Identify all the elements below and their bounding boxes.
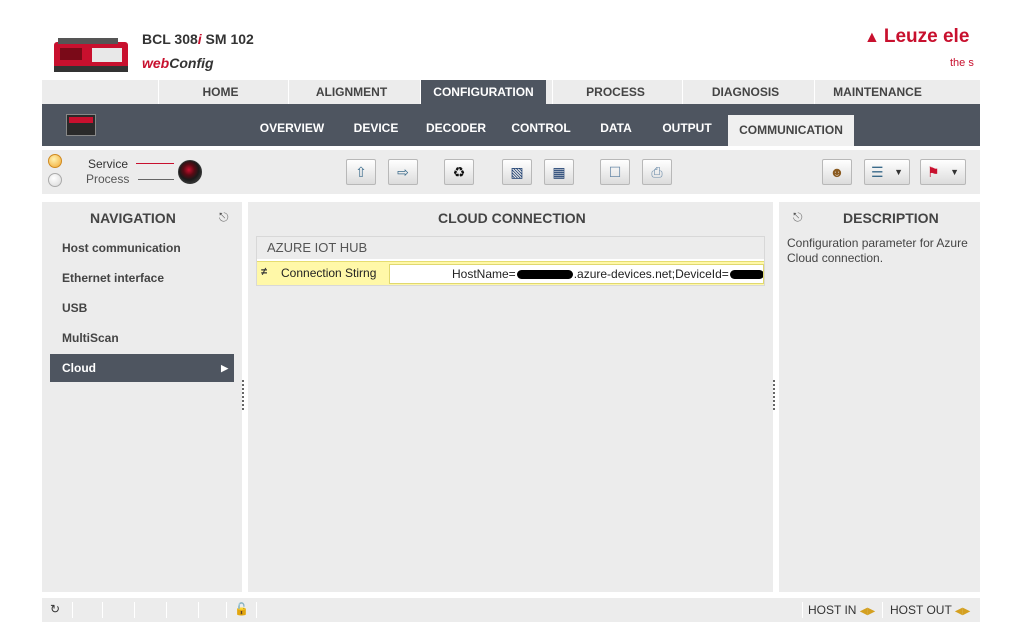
subtab-decoder[interactable]: DECODER — [422, 118, 490, 138]
description-title: DESCRIPTION — [843, 210, 939, 226]
sub-navigation: OVERVIEW DEVICE DECODER CONTROL DATA OUT… — [42, 104, 980, 146]
recycle-button[interactable]: ♻ — [444, 159, 474, 185]
tab-home[interactable]: HOME — [158, 80, 282, 104]
azure-iot-hub-group: AZURE IOT HUB ≠ Connection Stirng HostNa… — [256, 236, 765, 286]
chevron-down-icon: ▼ — [950, 167, 959, 177]
status-cell — [102, 602, 103, 618]
status-cell — [198, 602, 199, 618]
upload-to-device-button[interactable]: ⇧ — [346, 159, 376, 185]
subtab-communication[interactable]: COMMUNICATION — [728, 115, 854, 146]
main-navigation: HOME ALIGNMENT CONFIGURATION PROCESS DIA… — [42, 80, 980, 104]
export-button[interactable]: ☐ — [600, 159, 630, 185]
export-icon: ☐ — [608, 164, 622, 180]
process-led[interactable] — [48, 173, 62, 187]
download-from-device-icon: ⇨ — [397, 164, 409, 180]
app-name: webConfig — [142, 55, 214, 71]
recycle-icon: ♻ — [452, 164, 466, 180]
connection-string-value-part2: .azure-devices.net;DeviceId= — [573, 267, 729, 281]
tab-configuration[interactable]: CONFIGURATION — [420, 80, 546, 104]
print-icon: ⎙ — [651, 164, 663, 180]
users-icon: ☻ — [829, 164, 845, 180]
language-dropdown-button[interactable]: ⚑ ▼ — [920, 159, 966, 185]
status-bar: ↻ 🔓 HOST IN ◀▶ HOST OUT ◀▶ — [42, 598, 980, 622]
mode-service-label: Service — [88, 157, 129, 171]
host-out-arrows-icon: ◀▶ — [954, 606, 971, 617]
nav-item-host-communication[interactable]: Host communication — [50, 234, 234, 262]
settings-dropdown-icon: ☰ — [871, 164, 884, 180]
subtab-data[interactable]: DATA — [594, 118, 638, 138]
subtab-overview[interactable]: OVERVIEW — [254, 118, 330, 138]
host-out-indicator: HOST OUT ◀▶ — [890, 603, 971, 617]
upload-to-device-icon: ⇧ — [355, 164, 367, 180]
redacted-device-id — [729, 270, 763, 280]
status-cell — [72, 602, 73, 618]
subtab-output[interactable]: OUTPUT — [654, 118, 720, 138]
pin-icon[interactable]: ⎋ — [219, 210, 229, 225]
users-button[interactable]: ☻ — [822, 159, 852, 185]
app-header: BCL 308i SM 102 webConfig ▲ Leuze ele the… — [0, 0, 1024, 80]
chevron-right-icon: ▶ — [221, 363, 228, 373]
process-line — [138, 179, 174, 180]
host-in-arrows-icon: ◀▶ — [859, 606, 876, 617]
navigation-panel: NAVIGATION ⎋ Host communication Ethernet… — [42, 202, 242, 592]
product-title: BCL 308i SM 102 — [142, 31, 254, 47]
group-title: AZURE IOT HUB — [257, 237, 764, 259]
nav-item-multiscan[interactable]: MultiScan — [50, 324, 234, 352]
status-cell — [134, 602, 135, 618]
device-image — [54, 38, 128, 72]
description-panel: ⎋ DESCRIPTION Configuration parameter fo… — [779, 202, 980, 592]
monitor-icon — [66, 114, 96, 136]
load-from-disk-icon: ▦ — [552, 164, 566, 180]
nav-item-label: Cloud — [62, 361, 96, 375]
tab-process[interactable]: PROCESS — [552, 80, 678, 104]
cloud-connection-title: CLOUD CONNECTION — [438, 210, 586, 226]
right-splitter[interactable] — [773, 380, 775, 410]
subtab-device[interactable]: DEVICE — [346, 118, 406, 138]
connection-string-row: ≠ Connection Stirng HostName= .azure-devi… — [257, 261, 764, 285]
status-cell — [802, 602, 803, 618]
leuze-logo-icon: ▲ — [864, 29, 880, 46]
nav-item-cloud[interactable]: Cloud ▶ — [50, 354, 234, 382]
settings-dropdown-button[interactable]: ☰ ▼ — [864, 159, 910, 185]
load-from-disk-button[interactable]: ▦ — [544, 159, 574, 185]
left-splitter[interactable] — [242, 380, 244, 410]
redacted-hostname — [516, 270, 573, 280]
brand-tagline: the s — [950, 57, 974, 69]
pin-icon[interactable]: ⎋ — [793, 210, 803, 225]
download-from-device-button[interactable]: ⇨ — [388, 159, 418, 185]
tab-maintenance[interactable]: MAINTENANCE — [814, 80, 940, 104]
status-cell — [166, 602, 167, 618]
save-to-disk-icon: ▧ — [510, 164, 524, 180]
refresh-icon[interactable]: ↻ — [50, 602, 60, 616]
status-cell — [256, 602, 257, 618]
service-line — [136, 163, 174, 164]
cloud-connection-panel: CLOUD CONNECTION AZURE IOT HUB ≠ Connect… — [248, 202, 773, 592]
toolbar: Service Process ⇧ ⇨ ♻ ▧ ▦ ☐ ⎙ ☻ ☰ ▼ ⚑ ▼ — [42, 150, 980, 194]
connection-string-label: Connection Stirng — [281, 266, 377, 280]
mode-process-label: Process — [86, 172, 130, 186]
tab-diagnosis[interactable]: DIAGNOSIS — [682, 80, 808, 104]
subtab-control[interactable]: CONTROL — [504, 118, 578, 138]
tab-alignment[interactable]: ALIGNMENT — [288, 80, 414, 104]
unlock-icon[interactable]: 🔓 — [234, 602, 249, 616]
nav-item-usb[interactable]: USB — [50, 294, 234, 322]
brand-logo: ▲ Leuze ele — [864, 26, 970, 47]
navigation-title: NAVIGATION — [90, 210, 176, 226]
status-cell — [882, 602, 883, 618]
mode-switch-knob[interactable] — [178, 160, 202, 184]
service-led[interactable] — [48, 154, 62, 168]
description-text: Configuration parameter for Azure Cloud … — [787, 236, 968, 265]
status-cell — [226, 602, 227, 618]
not-equal-icon: ≠ — [261, 266, 268, 278]
language-flag-icon: ⚑ — [927, 164, 940, 180]
connection-string-input[interactable]: HostName= .azure-devices.net;DeviceId= — [389, 264, 764, 284]
print-button[interactable]: ⎙ — [642, 159, 672, 185]
host-in-indicator: HOST IN ◀▶ — [808, 603, 876, 617]
save-to-disk-button[interactable]: ▧ — [502, 159, 532, 185]
nav-item-ethernet-interface[interactable]: Ethernet interface — [50, 264, 234, 292]
connection-string-value-part1: HostName= — [452, 267, 516, 281]
chevron-down-icon: ▼ — [894, 167, 903, 177]
